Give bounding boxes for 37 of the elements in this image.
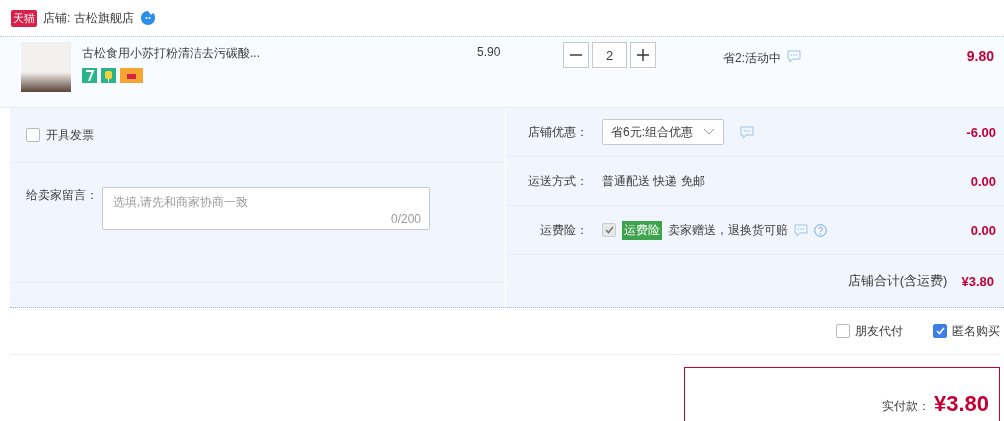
payment-label: 实付款： <box>881 398 930 415</box>
plus-icon <box>636 48 650 62</box>
increase-button[interactable] <box>630 42 656 68</box>
checkbox[interactable] <box>26 128 40 142</box>
card-icon <box>120 68 143 83</box>
insurance-tag: 运费险 <box>622 220 662 240</box>
message-label: 给卖家留言： <box>26 187 98 204</box>
checkbox[interactable] <box>836 324 850 338</box>
chat-bubble-icon[interactable] <box>139 10 156 26</box>
invoice-label[interactable]: 开具发票 <box>46 126 94 144</box>
shipping-label: 运送方式： <box>527 172 588 190</box>
insurance-label: 运费险： <box>539 221 588 239</box>
discount-dropdown[interactable]: 省6元:组合优惠 <box>602 119 724 145</box>
option-label[interactable]: 朋友代付 <box>855 322 903 340</box>
shop-total-label: 店铺合计(含运费) <box>847 272 948 290</box>
payment-amount: ¥3.80 <box>933 393 989 415</box>
product-title[interactable]: 古松食用小苏打粉清洁去污碳酸... <box>82 45 477 62</box>
chevron-down-icon <box>703 128 715 136</box>
quantity-field[interactable]: 2 <box>592 42 627 68</box>
product-photo-placeholder[interactable] <box>21 42 71 92</box>
insurance-amount: 0.00 <box>970 222 996 238</box>
discount-amount: -6.00 <box>966 124 996 140</box>
discount-label: 店铺优惠： <box>527 123 588 141</box>
decrease-button[interactable] <box>563 42 589 68</box>
unit-price: 5.90 <box>477 44 502 61</box>
shop-total-value: ¥3.80 <box>961 273 994 289</box>
insurance-text: 卖家赠送，退换货可赔 <box>668 221 788 239</box>
shop-name[interactable]: 店铺: 古松旗舰店 <box>43 9 134 27</box>
shipping-amount: 0.00 <box>970 173 996 189</box>
promotion-label: 省2:活动中 <box>723 50 781 67</box>
checkbox[interactable] <box>933 324 947 338</box>
seven-days-icon <box>82 68 97 83</box>
store-badge: 天猫 <box>11 9 37 27</box>
item-subtotal: 9.80 <box>965 47 995 66</box>
shipping-method: 普通配送 快递 免邮 <box>602 172 705 190</box>
help-icon[interactable] <box>814 223 827 237</box>
option-label[interactable]: 匿名购买 <box>952 322 1000 340</box>
